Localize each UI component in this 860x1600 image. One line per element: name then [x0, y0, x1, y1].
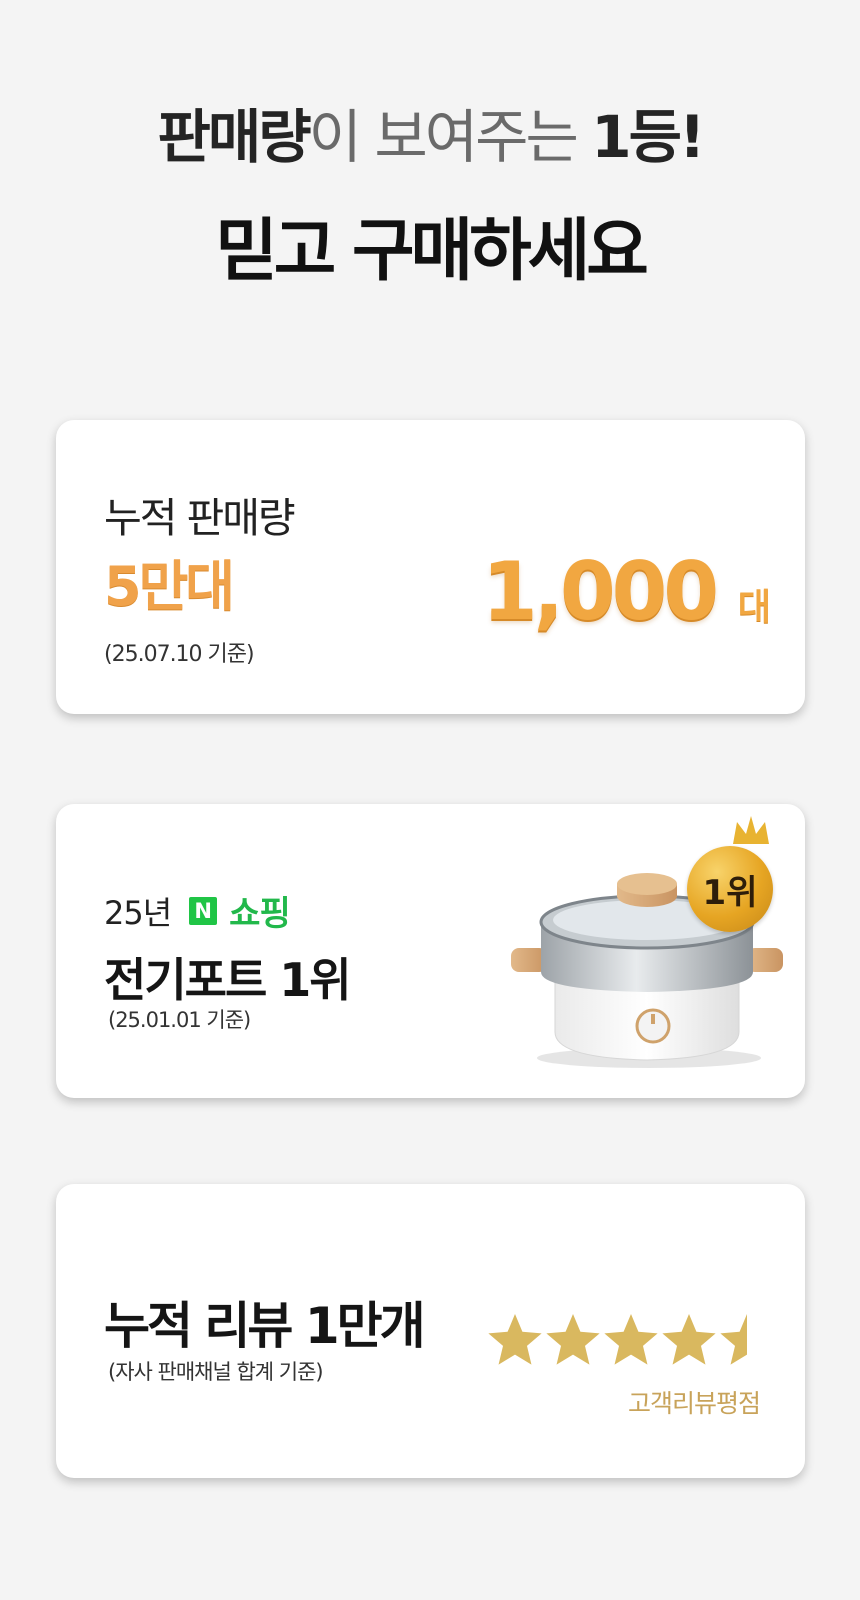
star-icon	[546, 1314, 600, 1365]
headline-rank: 1등!	[591, 103, 705, 171]
star-icon	[604, 1314, 658, 1365]
star-rating	[488, 1314, 747, 1365]
sales-highlight: 5만대	[104, 555, 235, 618]
headline: 판매량이 보여주는 1등!	[0, 108, 860, 166]
sales-unit: 대	[737, 587, 771, 628]
rank-date: (25.01.01 기준)	[108, 1008, 251, 1032]
rank-year: 25년	[104, 893, 172, 932]
star-icon	[488, 1314, 542, 1365]
review-title: 누적 리뷰 1만개	[104, 1297, 426, 1355]
star-icon	[662, 1314, 716, 1365]
sales-card: 누적 판매량 5만대 (25.07.10 기준) 1,000 대	[56, 420, 805, 714]
naver-shopping-label: 쇼핑	[229, 894, 291, 934]
star-icon	[720, 1314, 747, 1365]
rank-line: 25년 N 쇼핑	[104, 886, 291, 935]
rank-card: 25년 N 쇼핑 전기포트 1위 (25.01.01 기준) 1위	[56, 804, 805, 1098]
rank-title: 전기포트 1위	[104, 953, 352, 1007]
headline-light: 이 보여주는	[308, 103, 592, 171]
crown-icon	[733, 816, 769, 844]
subhead: 믿고 구매하세요	[215, 212, 649, 291]
headline-strong: 판매량	[157, 103, 312, 171]
rank-badge: 1위	[687, 846, 773, 932]
review-card: 누적 리뷰 1만개 (자사 판매채널 합계 기준) 고객리뷰평점	[56, 1184, 805, 1478]
sales-number: 1,000	[481, 545, 719, 638]
review-caption: 고객리뷰평점	[627, 1389, 761, 1418]
sales-date: (25.07.10 기준)	[104, 642, 255, 667]
review-note: (자사 판매채널 합계 기준)	[108, 1360, 324, 1384]
naver-logo-icon: N	[189, 896, 218, 925]
sales-label: 누적 판매량	[104, 494, 296, 542]
